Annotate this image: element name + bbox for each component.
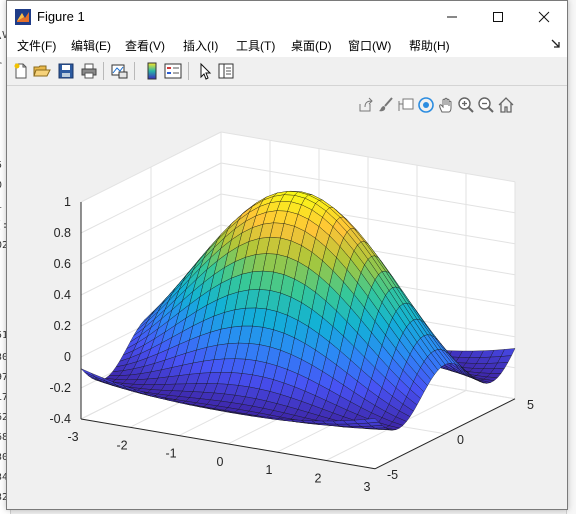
y-tick-label: 5: [527, 398, 534, 412]
toolbar-separator: [103, 62, 104, 80]
x-tick-label: 1: [266, 463, 273, 477]
maximize-button[interactable]: [475, 1, 521, 33]
minimize-button[interactable]: [429, 1, 475, 33]
property-inspector-icon[interactable]: [217, 62, 235, 80]
x-tick-label: 0: [217, 455, 224, 469]
z-tick-label: 0.6: [54, 257, 71, 271]
window-title: Figure 1: [37, 9, 85, 24]
colorbar-icon[interactable]: [143, 62, 161, 80]
new-figure-icon[interactable]: [12, 62, 30, 80]
plot-area: -0.4 -0.2 0 0.2 0.4 0.6 0.8 1 -3 -2 -1 0 1 2 3 -5 0 5: [7, 86, 567, 509]
toolbar-separator: [188, 62, 189, 80]
z-tick-label: 1: [64, 195, 71, 209]
close-icon: [538, 11, 550, 23]
z-tick-label: 0.8: [54, 226, 71, 240]
link-plot-icon[interactable]: [110, 62, 128, 80]
background-text: i: [0, 200, 2, 211]
brush-icon[interactable]: [377, 96, 395, 114]
background-text: r: [0, 60, 2, 71]
x-tick-label: 2: [315, 472, 322, 486]
maximize-icon: [493, 12, 503, 22]
dock-arrow-icon[interactable]: [551, 39, 561, 49]
zoom-out-icon[interactable]: [477, 96, 495, 114]
z-tick-label: -0.4: [49, 412, 71, 426]
menu-help[interactable]: 帮助(H): [409, 37, 450, 54]
title-bar: Figure 1: [7, 1, 567, 33]
menu-edit[interactable]: 编辑(E): [71, 37, 111, 54]
menu-tools[interactable]: 工具(T): [236, 37, 275, 54]
save-icon[interactable]: [57, 62, 75, 80]
export-icon[interactable]: [357, 96, 375, 114]
menu-file[interactable]: 文件(F): [17, 37, 56, 54]
toolbar-separator: [134, 62, 135, 80]
background-text: :: [0, 100, 2, 111]
surface-chart[interactable]: -0.4 -0.2 0 0.2 0.4 0.6 0.8 1 -3 -2 -1 0 1 2 3 -5 0 5: [7, 86, 567, 509]
menu-view[interactable]: 查看(V): [125, 37, 165, 54]
x-tick-label: -1: [165, 447, 176, 461]
figure-toolbar: [7, 57, 567, 86]
background-text: 5: [0, 160, 2, 171]
z-tick-label: 0.2: [54, 319, 71, 333]
data-tips-icon[interactable]: [397, 96, 415, 114]
figure-window: Figure 1 文件(F) 编辑(E) 查看(V) 插入(I) 工具(T) 桌…: [6, 0, 568, 510]
z-tick-label: 0.4: [54, 288, 71, 302]
menu-bar: 文件(F) 编辑(E) 查看(V) 插入(I) 工具(T) 桌面(D) 窗口(W…: [7, 33, 567, 57]
edit-plot-arrow-icon[interactable]: [196, 62, 214, 80]
background-text: 0: [0, 180, 2, 191]
menu-window[interactable]: 窗口(W): [348, 37, 391, 54]
minimize-icon: [447, 16, 457, 18]
close-button[interactable]: [521, 1, 567, 33]
zoom-in-icon[interactable]: [457, 96, 475, 114]
z-tick-label: 0: [64, 350, 71, 364]
y-tick-label: -5: [387, 468, 398, 482]
y-tick-label: 0: [457, 433, 464, 447]
menu-desktop[interactable]: 桌面(D): [291, 37, 332, 54]
z-tick-label: -0.2: [49, 381, 71, 395]
home-icon[interactable]: [497, 96, 515, 114]
menu-insert[interactable]: 插入(I): [183, 37, 218, 54]
pan-icon[interactable]: [437, 96, 455, 114]
x-tick-label: -2: [116, 438, 127, 452]
open-file-icon[interactable]: [33, 62, 51, 80]
print-icon[interactable]: [80, 62, 98, 80]
x-tick-label: 3: [364, 480, 371, 494]
matlab-logo-icon: [15, 9, 31, 25]
rotate-3d-icon[interactable]: [417, 96, 435, 114]
x-tick-label: -3: [67, 430, 78, 444]
legend-icon[interactable]: [164, 62, 182, 80]
